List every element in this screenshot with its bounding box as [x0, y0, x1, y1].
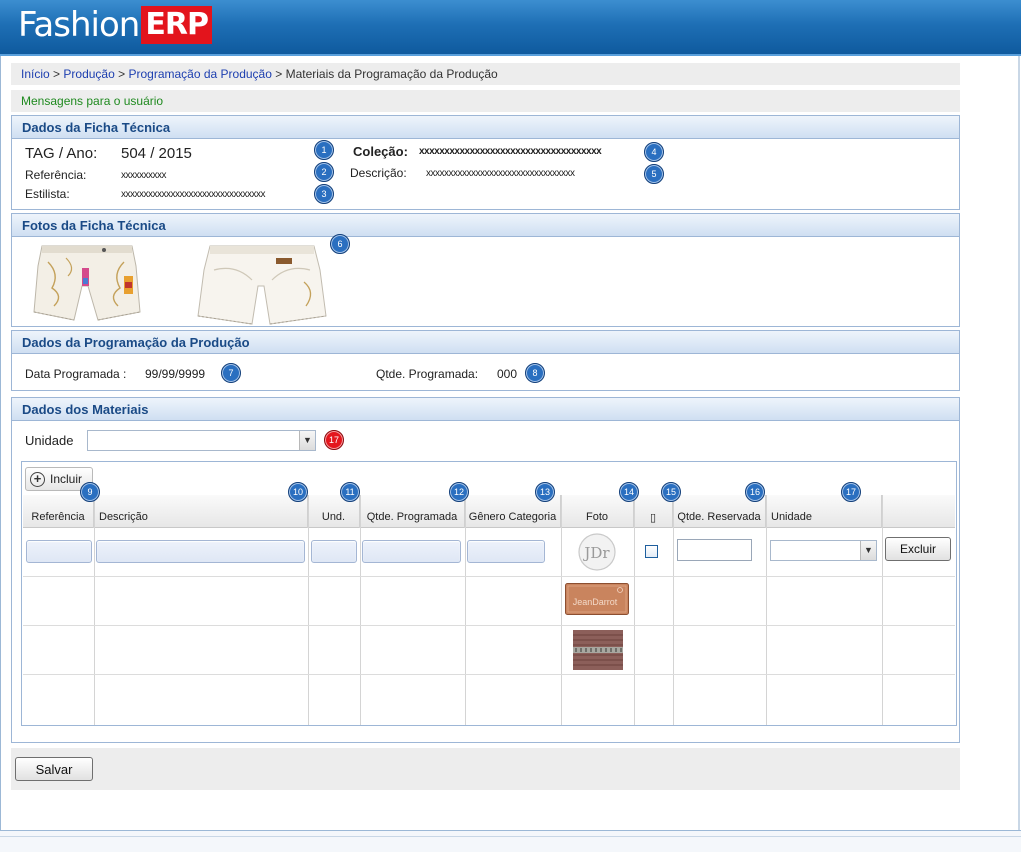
breadcrumb-separator: >	[53, 67, 61, 81]
callout-marker-8: 8	[525, 363, 545, 383]
breadcrumb-separator: >	[275, 67, 283, 81]
col-header-qtde-programada[interactable]: Qtde. Programada	[360, 495, 465, 528]
materiais-grid: + Incluir Referência Descrição Und. Qtde…	[21, 461, 957, 726]
col-header-unidade[interactable]: Unidade	[766, 495, 882, 528]
product-photo-back[interactable]	[192, 240, 332, 328]
estilista-label: Estilista:	[25, 187, 70, 201]
breadcrumb-separator: >	[118, 67, 126, 81]
bottom-status-strip	[0, 830, 1021, 852]
callout-marker-17-red: 17	[324, 430, 344, 450]
descricao-input[interactable]	[96, 540, 305, 563]
fotos-title: Fotos da Ficha Técnica	[12, 214, 959, 237]
grid-row-divider	[23, 625, 955, 626]
app-header: Fashion ERP	[0, 0, 1021, 56]
frame-border-right	[1018, 56, 1020, 852]
programacao-panel: Dados da Programação da Produção Data Pr…	[11, 330, 960, 391]
fashion-erp-logo: Fashion ERP	[18, 6, 212, 44]
select-row-checkbox[interactable]	[645, 545, 658, 558]
logo-text-fashion: Fashion	[18, 5, 140, 45]
callout-marker-2: 2	[314, 162, 334, 182]
plus-icon: +	[30, 472, 45, 487]
jeandarrot-label-text: JeanDarrot	[573, 597, 618, 607]
materiais-panel: Dados dos Materiais Unidade ▼ 17 + Inclu…	[11, 397, 960, 743]
ficha-tecnica-panel: Dados da Ficha Técnica TAG / Ano: 504 / …	[11, 115, 960, 210]
breadcrumb-current: Materiais da Programação da Produção	[285, 67, 498, 81]
tag-ano-value: 504 / 2015	[121, 145, 192, 162]
breadcrumb-inicio[interactable]: Início	[21, 67, 50, 81]
incluir-label: Incluir	[50, 472, 83, 486]
callout-marker-9: 9	[80, 482, 100, 502]
footer-actions: Salvar	[11, 748, 960, 790]
descricao-label: Descrição:	[350, 166, 407, 180]
estilista-value: xxxxxxxxxxxxxxxxxxxxxxxxxxxxxxxx	[121, 189, 266, 200]
qtde-programada-value: 000	[497, 367, 518, 381]
unidade-select[interactable]: ▼	[87, 430, 316, 451]
fotos-panel: Fotos da Ficha Técnica 6	[11, 213, 960, 327]
colecao-value: xxxxxxxxxxxxxxxxxxxxxxxxxxxxxxxxxxxx	[419, 146, 602, 157]
jdr-logo-photo[interactable]: JDr	[575, 532, 619, 572]
callout-marker-7: 7	[221, 363, 241, 383]
callout-marker-5: 5	[644, 164, 664, 184]
col-header-descricao[interactable]: Descrição	[94, 495, 308, 528]
bottom-divider	[0, 836, 1021, 837]
product-photo-front[interactable]	[32, 242, 142, 327]
materiais-title: Dados dos Materiais	[12, 398, 959, 421]
col-header-actions	[882, 495, 955, 528]
chevron-down-icon[interactable]: ▼	[860, 541, 876, 560]
chevron-down-icon[interactable]: ▼	[299, 431, 315, 450]
colecao-label: Coleção:	[353, 144, 408, 159]
callout-marker-4: 4	[644, 142, 664, 162]
referencia-value: xxxxxxxxxx	[121, 170, 167, 181]
unidade-label: Unidade	[25, 433, 74, 448]
grid-header-row: Referência Descrição Und. Qtde. Programa…	[23, 495, 955, 528]
grid-row-divider	[23, 576, 955, 577]
callout-marker-15: 15	[661, 482, 681, 502]
callout-marker-12: 12	[449, 482, 469, 502]
salvar-button[interactable]: Salvar	[15, 757, 93, 781]
programacao-title: Dados da Programação da Produção	[12, 331, 959, 354]
grid-col-divider	[360, 495, 361, 725]
data-programada-label: Data Programada :	[25, 367, 127, 381]
qtde-programada-input[interactable]	[362, 540, 461, 563]
grid-col-divider	[94, 495, 95, 725]
frame-border-left	[0, 56, 1, 852]
grid-col-divider	[465, 495, 466, 725]
grid-col-divider	[308, 495, 309, 725]
data-programada-value: 99/99/9999	[145, 367, 206, 381]
excluir-button[interactable]: Excluir	[885, 537, 951, 561]
grid-row-divider	[23, 674, 955, 675]
descricao-value: xxxxxxxxxxxxxxxxxxxxxxxxxxxxxxxxx	[426, 168, 575, 179]
und-input[interactable]	[311, 540, 357, 563]
breadcrumb-programacao[interactable]: Programação da Produção	[128, 67, 271, 81]
jdr-logo-text: JDr	[582, 544, 610, 562]
ficha-tecnica-title: Dados da Ficha Técnica	[12, 116, 959, 139]
grid-col-divider	[634, 495, 635, 725]
grid-col-divider	[766, 495, 767, 725]
grid-col-divider	[882, 495, 883, 725]
callout-marker-1: 1	[314, 140, 334, 160]
row-unidade-select[interactable]: ▼	[770, 540, 877, 561]
tag-ano-label: TAG / Ano:	[25, 145, 98, 162]
jeandarrot-label-photo[interactable]: JeanDarrot	[565, 583, 629, 615]
callout-marker-6: 6	[330, 234, 350, 254]
referencia-input[interactable]	[26, 540, 92, 563]
callout-marker-10: 10	[288, 482, 308, 502]
grid-col-divider	[673, 495, 674, 725]
user-messages: Mensagens para o usuário	[11, 90, 960, 112]
callout-marker-16: 16	[745, 482, 765, 502]
callout-marker-11: 11	[340, 482, 360, 502]
qtde-reservada-input[interactable]	[677, 539, 752, 561]
genero-categoria-input[interactable]	[467, 540, 545, 563]
callout-marker-13: 13	[535, 482, 555, 502]
logo-text-erp: ERP	[141, 6, 212, 44]
zipper-photo[interactable]	[573, 630, 623, 670]
breadcrumb: Início > Produção > Programação da Produ…	[11, 63, 960, 85]
grid-col-divider	[561, 495, 562, 725]
breadcrumb-producao[interactable]: Produção	[63, 67, 114, 81]
qtde-programada-label: Qtde. Programada:	[376, 367, 479, 381]
callout-marker-17: 17	[841, 482, 861, 502]
referencia-label: Referência:	[25, 168, 87, 182]
callout-marker-3: 3	[314, 184, 334, 204]
callout-marker-14: 14	[619, 482, 639, 502]
